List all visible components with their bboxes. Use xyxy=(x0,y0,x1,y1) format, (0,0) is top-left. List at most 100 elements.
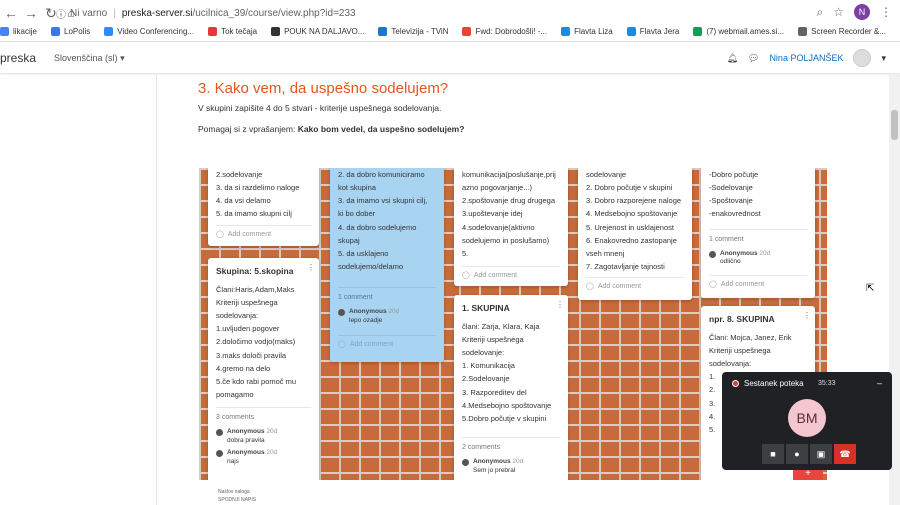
bookmark-favicon-icon xyxy=(271,27,281,36)
post-text-line: 2.sodelovanje xyxy=(216,170,263,179)
bookmark-favicon-icon xyxy=(104,27,114,36)
post-text-line: komunikacija(poslušanje,prij xyxy=(462,170,556,179)
bookmark-favicon-icon xyxy=(798,27,808,36)
post-text-line: vseh mnenj xyxy=(586,248,625,258)
post-text-line: Kriteriji uspešnega xyxy=(216,298,278,307)
bookmark-item[interactable]: Fwd: Dobrodošli! -... xyxy=(462,27,547,36)
bell-icon[interactable]: 🔔︎ xyxy=(727,53,738,64)
bookmark-item[interactable]: LoPolis xyxy=(51,27,90,36)
comment-text: odlično xyxy=(720,258,741,266)
user-avatar[interactable] xyxy=(853,49,872,67)
bookmark-item[interactable]: Video Conferencing... xyxy=(104,27,194,36)
post-text-line: 2. Dobro počutje v skupini xyxy=(586,183,673,193)
post-card[interactable]: -Dobro počutje -Sodelovanje -Spoštovanje -e… xyxy=(701,168,815,298)
comment-text: Sem jo prebral xyxy=(473,466,516,474)
comment-author: Anonymous xyxy=(349,308,387,316)
comment-count[interactable]: 1 comment xyxy=(709,228,807,246)
post-text-line: sodelovanje: xyxy=(462,348,505,358)
site-navbar: preska Slovenščina (sl) ▾ 🔔︎ 💬︎ Nina POL… xyxy=(0,43,900,73)
post-text-line: pomagamo xyxy=(216,389,254,399)
user-menu-chevron-icon[interactable]: ▾ xyxy=(881,53,886,64)
bookmark-item[interactable]: Televizija - TViN xyxy=(378,27,448,36)
url-host: preska-server.si xyxy=(121,7,193,19)
post-text-line: 7. Zagotavljanje tajnosti xyxy=(586,261,665,271)
post-text-line: 5. da imamo skupni cilj xyxy=(216,209,292,219)
post-card[interactable]: 2.sodelovanje 3. da si razdelimo naloge 4.… xyxy=(208,168,319,246)
add-comment-button[interactable]: ◯ Add comment xyxy=(216,224,311,241)
post-text-line: Kriteriji uspešnega xyxy=(462,335,524,344)
comment-count[interactable]: 2 comments xyxy=(462,436,560,454)
post-text-line: 4. Medsebojno spoštovanje xyxy=(586,209,678,219)
post-card[interactable]: ⋮ Skupina: 5.skopina Člani:Haris,Adam,Ma… xyxy=(208,258,319,480)
add-comment-button[interactable]: ◯ Add comment xyxy=(586,277,684,293)
post-menu-icon[interactable]: ⋮ xyxy=(307,264,315,272)
profile-avatar[interactable]: N xyxy=(854,4,870,20)
post-card[interactable]: ⋮ 1. SKUPINA člani: Zarja, Klara, Kaja Kr… xyxy=(454,295,568,480)
section-help: Pomagaj si z vprašanjem: Kako bom vedel,… xyxy=(198,124,464,134)
comment-author: Anonymous xyxy=(720,249,758,257)
site-brand[interactable]: preska xyxy=(0,51,36,65)
bookmark-label: Tok tečaja xyxy=(221,27,258,36)
camera-icon[interactable]: ■ xyxy=(762,444,784,464)
meeting-time: 35:33 xyxy=(818,380,836,387)
info-icon[interactable]: ⓘ xyxy=(56,6,66,21)
end-call-icon[interactable]: ☎ xyxy=(834,444,856,464)
post-text-line: -Sodelovanje xyxy=(709,183,753,193)
present-screen-icon[interactable]: ▣ xyxy=(810,444,832,464)
scrollbar-thumb[interactable] xyxy=(891,110,898,140)
comment-count[interactable]: 1 comment xyxy=(338,287,436,304)
post-text-line: 5. da usklajeno xyxy=(338,248,389,258)
bookmark-item[interactable]: (7) webmail.ames.si... xyxy=(693,27,784,36)
language-menu[interactable]: Slovenščina (sl) ▾ xyxy=(54,53,125,64)
zoom-icon[interactable]: ⌕ xyxy=(817,5,824,20)
forward-icon[interactable]: → xyxy=(22,4,40,22)
bookmark-label: Televizija - TViN xyxy=(391,27,449,36)
language-label: Slovenščina (sl) xyxy=(54,52,118,63)
comment-count[interactable]: 3 comments xyxy=(216,407,311,424)
post-text-line: sodelovanja: xyxy=(709,359,752,369)
post-text-line: 5.če kdo rabi pomoč mu xyxy=(216,376,297,386)
bookmark-favicon-icon xyxy=(693,27,703,36)
page-footer-text: Naslov naloga SPODNJI NAPIS xyxy=(218,488,256,504)
post-card[interactable]: komunikacija(poslušanje,prij azno pogovar… xyxy=(454,168,568,286)
post-text-line: 4.sodelovanje(aktivno xyxy=(462,222,535,232)
url-path: /ucilnica_39/course/view.php?id=233 xyxy=(192,7,356,19)
menu-icon[interactable]: ⋮ xyxy=(880,5,892,19)
bookmark-item[interactable]: Flavta Jera xyxy=(626,27,679,36)
bookmark-item[interactable]: Tok tečaja xyxy=(208,27,257,36)
add-comment-button[interactable]: ◯ Add comment xyxy=(338,335,436,351)
bookmark-item[interactable]: POUK NA DALJAVO... xyxy=(271,27,364,36)
back-icon[interactable]: ← xyxy=(2,4,20,22)
bookmark-item[interactable]: likacije xyxy=(0,27,37,36)
bookmark-label: LoPolis xyxy=(64,27,91,36)
post-text-line: člani: Zarja, Klara, Kaja xyxy=(462,321,540,331)
user-name[interactable]: Nina POLJANŠEK xyxy=(769,53,843,63)
anonymous-avatar-icon xyxy=(709,250,716,258)
help-prefix: Pomagaj si z vprašanjem: xyxy=(198,124,298,134)
bookmark-item[interactable]: Screen Recorder &... xyxy=(798,27,886,36)
add-comment-button[interactable]: ◯ Add comment xyxy=(462,265,560,282)
microphone-icon[interactable]: ● xyxy=(786,444,808,464)
post-text-line: 5. Urejenost in usklajenost xyxy=(586,222,674,232)
post-text-line: sodelovanja: xyxy=(216,311,259,321)
post-text-line: 3. da si razdelimo naloge xyxy=(216,183,300,193)
post-title: Skupina: 5.skopina xyxy=(216,266,294,276)
bookmark-label: Screen Recorder &... xyxy=(811,27,886,36)
address-bar[interactable]: ⓘ Ni varno | preska-server.si/ucilnica_3… xyxy=(56,3,836,23)
post-text-line: azno pogovarjanje...) xyxy=(462,183,533,193)
bookmark-label: Fwd: Dobrodošli! -... xyxy=(475,27,548,36)
post-card[interactable]: 2. da dobro komuniciramo kot skupina 3. da… xyxy=(330,168,444,362)
post-card[interactable]: sodelovanje 2. Dobro počutje v skupini 3. … xyxy=(578,168,692,300)
minimize-icon[interactable]: – xyxy=(877,378,882,388)
post-text-line: 3. Razporeditev del xyxy=(462,387,527,397)
post-text-line: -enakovrednost xyxy=(709,209,761,219)
bookmark-item[interactable]: Flavta Liza xyxy=(561,27,613,36)
post-text-line: ki bo dober xyxy=(338,209,376,219)
post-menu-icon[interactable]: ⋮ xyxy=(556,301,564,309)
post-menu-icon[interactable]: ⋮ xyxy=(803,312,811,320)
star-icon[interactable]: ☆ xyxy=(833,5,844,19)
section-instruction: V skupini zapišite 4 do 5 stvari - krite… xyxy=(198,103,442,113)
post-text-line: 1. Komunikacija xyxy=(462,361,515,371)
add-comment-button[interactable]: ◯ Add comment xyxy=(709,274,807,291)
chat-icon[interactable]: 💬︎ xyxy=(748,53,759,64)
